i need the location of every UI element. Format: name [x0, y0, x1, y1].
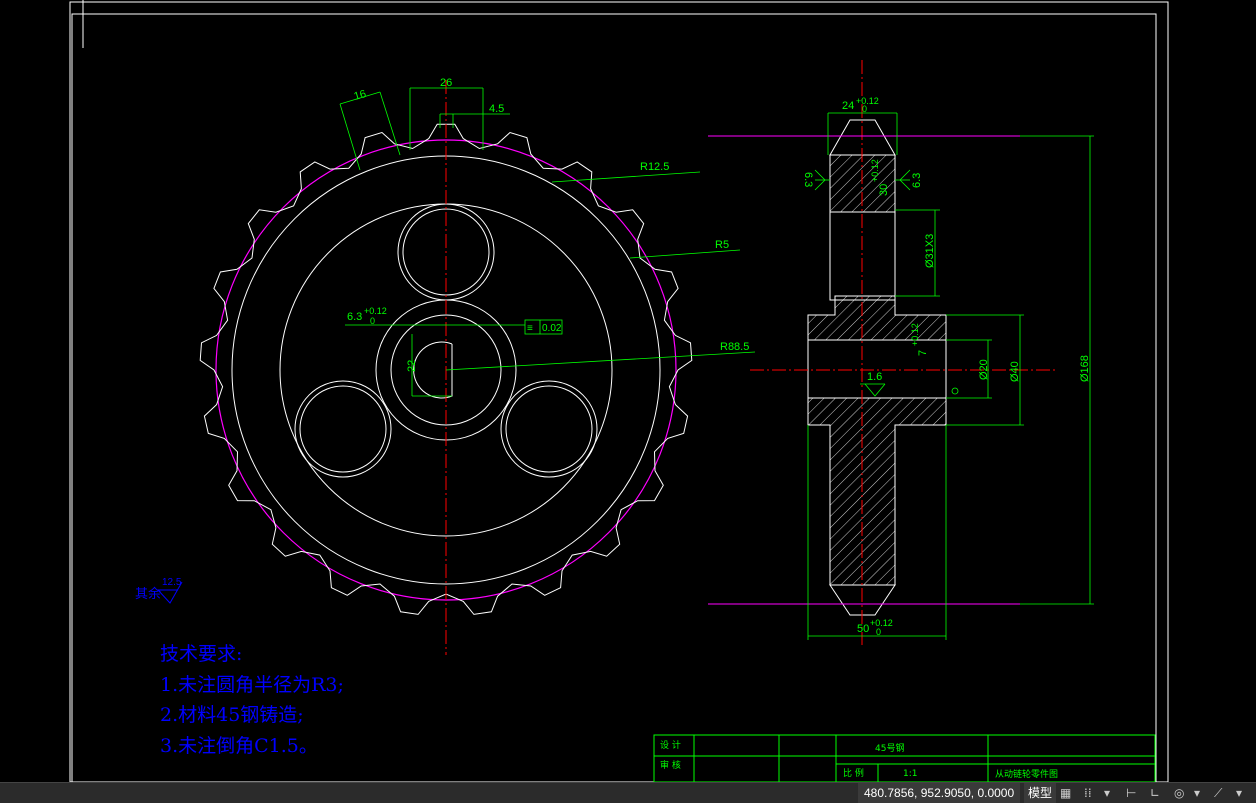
front-dim-text: 26 16 4.5 R12.5 R5 R88.5 6.3 +0.12 0 22 …	[347, 77, 749, 372]
snap-dropdown-icon[interactable]: ▾	[1104, 785, 1110, 801]
dim-hub-7: 7	[917, 350, 929, 356]
rough-6-3-right: 6.3	[911, 173, 923, 188]
dim-symmetry-tol: 0.02	[542, 323, 562, 334]
dim-26: 26	[440, 77, 452, 89]
dim-holes-31x3: Ø31X3	[924, 234, 936, 268]
drawing-canvas[interactable]: 26 16 4.5 R12.5 R5 R88.5 6.3 +0.12 0 22 …	[0, 0, 1256, 782]
ortho-angle-icon[interactable]: ∟	[1150, 785, 1160, 801]
dim-bore-20: Ø20	[978, 359, 990, 380]
dim-tooth-30-tol: +0.12	[870, 159, 880, 182]
model-tab[interactable]: 模型	[1024, 783, 1057, 803]
tech-requirements: 技术要求: 1.未注圆角半径为R3; 2.材料45钢铸造; 3.未注倒角C1.5…	[160, 643, 344, 757]
tb-check: 审 核	[660, 759, 681, 771]
dim-hub-7-tol: +0.12	[910, 323, 920, 346]
side-view	[708, 60, 1055, 645]
dim-tooth-30: 30	[878, 184, 890, 196]
status-bar: 480.7856, 952.9050, 0.0000 模型 ▦ ⁞⁞ ▾ ⊢ ∟…	[0, 782, 1256, 803]
lightening-hole-right	[500, 380, 598, 478]
tech-req-title: 技术要求:	[160, 643, 242, 665]
dim-16: 16	[353, 88, 368, 103]
tb-material: 45号钢	[875, 742, 904, 754]
tech-req-item-3: 3.未注倒角C1.5。	[160, 735, 318, 757]
dim-bore-22: 22	[406, 360, 418, 372]
osnap-dropdown-icon[interactable]: ▾	[1236, 785, 1242, 801]
tb-scale-label: 比 例	[843, 767, 864, 779]
dim-50-tol-lower: 0	[876, 627, 881, 637]
front-view	[199, 80, 693, 655]
coordinate-readout[interactable]: 480.7856, 952.9050, 0.0000	[858, 783, 1021, 803]
title-block-text: 设 计 审 核 45号钢 比 例 1:1 从动链轮零件图	[660, 739, 1058, 780]
grid-icon[interactable]: ▦	[1060, 785, 1071, 801]
other-roughness-label: 其余	[135, 586, 161, 602]
ortho-icon[interactable]: ⊢	[1126, 785, 1136, 801]
tb-scale-value: 1:1	[903, 769, 917, 779]
side-bore	[807, 339, 947, 399]
side-hub-top	[807, 295, 947, 341]
dim-r88-5: R88.5	[720, 341, 749, 353]
front-dimensions	[339, 87, 756, 397]
dim-keyway-tol-lower: 0	[370, 316, 375, 326]
polar-dropdown-icon[interactable]: ▾	[1194, 785, 1200, 801]
dim-keyway: 6.3	[347, 311, 362, 323]
tech-req-item-1: 1.未注圆角半径为R3;	[160, 674, 344, 696]
polar-icon[interactable]: ◎	[1174, 785, 1184, 801]
rough-1-6: 1.6	[867, 371, 882, 383]
dim-24: 24	[842, 100, 854, 112]
dim-24-tol-upper: +0.12	[856, 96, 879, 106]
symmetry-symbol: ≡	[527, 323, 533, 334]
dim-keyway-tol-upper: +0.12	[364, 306, 387, 316]
lightening-hole-left	[294, 380, 392, 478]
tb-part-name: 从动链轮零件图	[995, 768, 1058, 780]
rough-6-3-left: 6.3	[802, 172, 814, 187]
tb-design: 设 计	[660, 739, 681, 751]
other-roughness-value: 12.5	[162, 577, 182, 588]
other-roughness: 其余 12.5	[135, 577, 183, 604]
dim-4-5: 4.5	[489, 103, 504, 115]
snap-icon[interactable]: ⁞⁞	[1084, 785, 1092, 801]
side-hub-bottom	[807, 397, 947, 586]
dim-50-tol-upper: +0.12	[870, 618, 893, 628]
tech-req-item-2: 2.材料45钢铸造;	[160, 704, 304, 726]
dim-r5: R5	[715, 239, 729, 251]
dim-50: 50	[857, 623, 869, 635]
dim-hub-40: Ø40	[1009, 361, 1021, 382]
dim-24-tol-lower: 0	[862, 104, 867, 114]
dim-outer-168: Ø168	[1079, 355, 1091, 382]
dim-r12-5: R12.5	[640, 161, 669, 173]
osnap-icon[interactable]: ⟋	[1214, 785, 1222, 801]
